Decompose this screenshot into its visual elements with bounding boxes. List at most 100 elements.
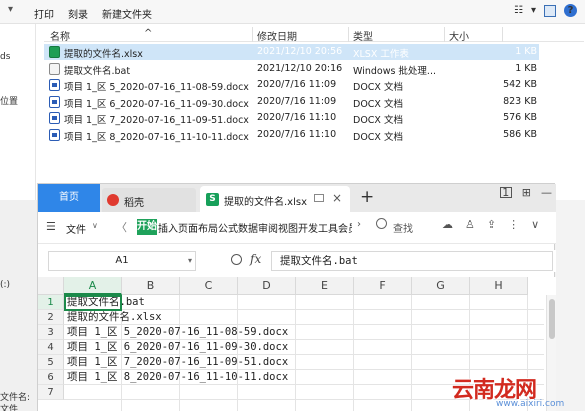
tab-spreadsheet-file[interactable]: S 提取的文件名.xlsx × <box>200 186 350 212</box>
view-options-icon[interactable]: ☷ <box>514 5 523 16</box>
file-name: 提取文件名.bat <box>64 65 131 77</box>
search-icon[interactable] <box>376 218 387 229</box>
cell-text[interactable]: 项目 1_区 8_2020-07-16_11-10-11.docx <box>67 370 288 385</box>
file-row[interactable]: 提取的文件名.xlsx 2021/12/10 20:56 XLSX 工作表 1 KB <box>44 44 539 60</box>
name-box-value: A1 <box>115 255 129 266</box>
column-name[interactable]: 名称 <box>50 28 70 43</box>
chevron-down-icon[interactable]: ∨ <box>92 221 98 230</box>
chevron-down-icon[interactable]: ∨ <box>531 218 539 231</box>
file-row[interactable]: 项目 1_区 8_2020-07-16_11-10-11.docx 2020/7/… <box>44 127 539 143</box>
column-header[interactable]: E <box>296 277 354 295</box>
formula-bar: A1 ▾ fx 提取文件名.bat <box>38 250 556 272</box>
vertical-scrollbar[interactable] <box>546 295 556 411</box>
close-icon[interactable]: × <box>332 191 342 205</box>
row-header[interactable]: 5 <box>38 355 64 370</box>
formula-input[interactable]: 提取文件名.bat <box>271 251 553 271</box>
help-icon[interactable]: ? <box>564 4 577 17</box>
row-header[interactable]: 4 <box>38 340 64 355</box>
file-name: 项目 1_区 7_2020-07-16_11-09-51.docx <box>64 115 249 126</box>
docx-icon <box>49 95 60 108</box>
cloud-icon[interactable]: ☁ <box>442 218 453 231</box>
column-header[interactable]: H <box>470 277 528 295</box>
file-date: 2020/7/16 11:09 <box>257 79 337 90</box>
print-button[interactable]: 打印 <box>34 6 54 21</box>
docx-icon <box>49 128 60 141</box>
nav-fragment[interactable]: 位置 <box>0 94 18 107</box>
file-date: 2020/7/16 11:10 <box>257 128 337 140</box>
cell-text[interactable]: 项目 1_区 7_2020-07-16_11-09-51.docx <box>67 355 288 370</box>
file-name: 提取的文件名.xlsx <box>64 49 143 60</box>
window-count-icon[interactable]: 1 <box>499 187 512 198</box>
column-header[interactable]: A <box>64 277 122 295</box>
docx-icon <box>49 112 60 124</box>
more-icon[interactable]: ⋮ <box>508 218 519 231</box>
fx-icon[interactable]: fx <box>250 252 261 266</box>
column-header[interactable]: F <box>354 277 412 295</box>
ribbon-menus[interactable]: 插入页面布局公式数据审阅视图开发工具会员专 <box>158 220 352 235</box>
tab-start[interactable]: 开始 <box>137 219 157 235</box>
burn-button[interactable]: 刻录 <box>68 6 88 21</box>
column-size[interactable]: 大小 <box>449 28 469 43</box>
grid-apps-icon[interactable]: ⊞ <box>522 186 531 199</box>
row-header[interactable]: 2 <box>38 310 64 325</box>
share-icon[interactable]: ⇪ <box>487 218 496 231</box>
new-folder-button[interactable]: 新建文件夹 <box>102 6 152 21</box>
file-type: XLSX 工作表 <box>353 49 409 60</box>
file-name: 项目 1_区 8_2020-07-16_11-10-11.docx <box>64 131 249 143</box>
column-header[interactable]: B <box>122 277 180 295</box>
file-row[interactable]: 项目 1_区 7_2020-07-16_11-09-51.docx 2020/7/… <box>44 110 539 126</box>
file-row[interactable]: 提取文件名.bat 2021/12/10 20:16 Windows 批处理... 1… <box>44 61 539 77</box>
column-date[interactable]: 修改日期 <box>257 28 297 43</box>
column-header[interactable]: D <box>238 277 296 295</box>
tab-bar: 首页 稻壳 S 提取的文件名.xlsx × + 1 ⊞ — <box>38 184 556 212</box>
row-header[interactable]: 7 <box>38 385 64 400</box>
navigation-pane[interactable]: ds 位置 <box>0 24 36 200</box>
tab-daoke[interactable]: 稻壳 <box>102 188 196 212</box>
row-header[interactable]: 1 <box>38 295 64 310</box>
file-row[interactable]: 项目 1_区 5_2020-07-16_11-08-59.docx 2020/7/… <box>44 77 539 93</box>
docx-icon <box>49 79 60 91</box>
file-explorer-window: ▾ 打印 刻录 新建文件夹 ☷ ▾ ? ds 位置 ^ 名称 修改日期 类型 大… <box>0 0 585 200</box>
xlsx-icon <box>49 46 60 58</box>
minimize-icon[interactable]: — <box>541 186 552 199</box>
filename-label: 文件 <box>0 405 19 411</box>
row-header[interactable]: 6 <box>38 370 64 385</box>
tab-label: 提取的文件名.xlsx <box>224 197 308 208</box>
name-box[interactable]: A1 ▾ <box>48 251 196 271</box>
cell-text[interactable]: 项目 1_区 6_2020-07-16_11-09-30.docx <box>67 340 288 355</box>
spreadsheet-icon: S <box>206 193 219 206</box>
explorer-left-strip: (:) 文件名: 文件 <box>0 200 37 411</box>
tab-home[interactable]: 首页 <box>38 184 100 212</box>
file-size: 586 KB <box>503 128 537 140</box>
screen-icon[interactable] <box>314 194 324 202</box>
file-size: 576 KB <box>503 112 537 123</box>
select-all-corner[interactable] <box>38 277 64 295</box>
column-header[interactable]: G <box>412 277 470 295</box>
preview-pane-icon[interactable] <box>544 4 556 17</box>
new-tab-plus-icon[interactable]: + <box>360 187 374 207</box>
chevron-down-icon[interactable]: ▾ <box>531 5 536 16</box>
column-type[interactable]: 类型 <box>353 28 373 43</box>
back-arrow-icon[interactable]: 〈 <box>116 219 127 235</box>
file-date: 2020/7/16 11:09 <box>257 95 337 107</box>
file-row[interactable]: 项目 1_区 6_2020-07-16_11-09-30.docx 2020/7/… <box>44 94 539 110</box>
chevron-down-icon[interactable]: ▾ <box>188 252 192 270</box>
row-header[interactable]: 3 <box>38 325 64 340</box>
user-icon[interactable]: ♙ <box>465 218 475 231</box>
zoom-icon[interactable] <box>231 254 242 265</box>
nav-fragment[interactable]: ds <box>0 52 10 62</box>
more-arrow-icon[interactable]: › <box>357 219 361 230</box>
search-button[interactable]: 查找 <box>393 220 413 235</box>
file-menu[interactable]: 文件 <box>66 221 86 236</box>
bat-icon <box>49 62 60 75</box>
nav-fragment[interactable]: (:) <box>0 280 10 290</box>
hamburger-menu-icon[interactable]: ☰ <box>46 220 56 233</box>
column-header[interactable]: C <box>180 277 238 295</box>
file-list-header: ^ 名称 修改日期 类型 大小 <box>44 27 584 43</box>
cell-text[interactable]: 提取的文件名.xlsx <box>67 310 162 325</box>
chevron-down-icon[interactable]: ▾ <box>8 4 13 15</box>
sort-ascending-icon: ^ <box>144 28 153 39</box>
file-type: DOCX 文档 <box>353 131 403 143</box>
daoke-icon <box>107 194 119 206</box>
cell-text[interactable]: 项目 1_区 5_2020-07-16_11-08-59.docx <box>67 325 288 340</box>
